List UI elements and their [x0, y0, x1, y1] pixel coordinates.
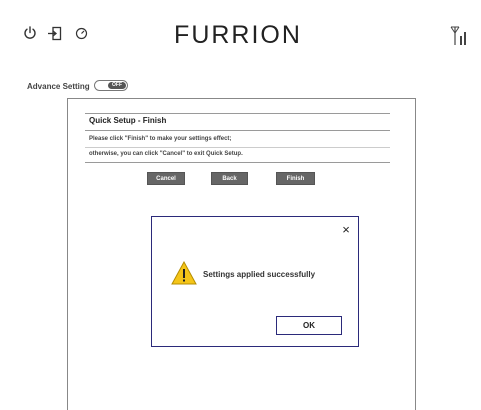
ok-button[interactable]: OK [276, 316, 342, 335]
quick-setup-title: Quick Setup - Finish [89, 116, 167, 125]
divider [85, 130, 390, 131]
top-bar: FURRION [0, 0, 481, 70]
quick-setup-instructions-1: Please click "Finish" to make your setti… [89, 136, 232, 142]
success-dialog: × Settings applied successfully OK [151, 216, 359, 347]
logout-icon[interactable] [45, 24, 63, 42]
brand-logo: FURRION [174, 21, 302, 49]
divider [85, 147, 390, 148]
clock-icon[interactable] [72, 24, 90, 42]
divider [85, 162, 390, 163]
dialog-message: Settings applied successfully [203, 270, 316, 279]
advance-setting-toggle[interactable]: OFF [94, 80, 128, 91]
warning-icon [171, 260, 197, 285]
advance-setting-label: Advance Setting [27, 82, 90, 91]
close-icon[interactable]: × [340, 223, 352, 236]
quick-setup-instructions-2: otherwise, you can click "Cancel" to exi… [89, 151, 243, 157]
power-icon[interactable] [21, 24, 39, 42]
signal-icon [450, 26, 468, 46]
cancel-button[interactable]: Cancel [147, 172, 185, 185]
divider [85, 113, 390, 114]
toggle-state: OFF [108, 82, 126, 89]
finish-button[interactable]: Finish [276, 172, 315, 185]
back-button[interactable]: Back [211, 172, 248, 185]
